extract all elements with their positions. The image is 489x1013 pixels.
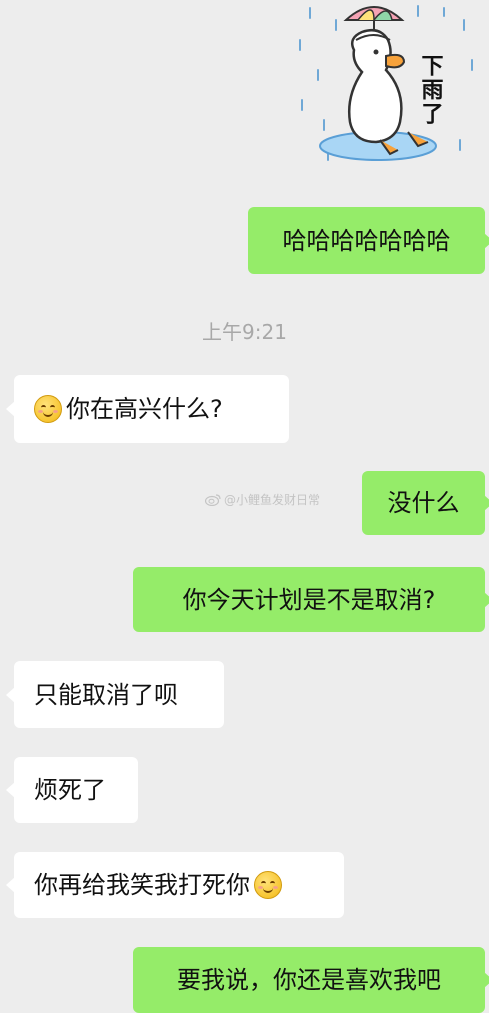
message-bubble-outgoing[interactable]: 你今天计划是不是取消? [133, 567, 489, 632]
message-bubble-incoming[interactable]: 你再给我笑我打死你 [6, 852, 344, 918]
message-text: 哈哈哈哈哈哈哈 [282, 226, 451, 255]
message-text: 只能取消了呗 [34, 680, 178, 709]
message-text: 你在高兴什么? [66, 395, 223, 423]
smile-emoji-icon [34, 395, 62, 423]
duck-umbrella-sticker[interactable]: 下雨了 [288, 0, 478, 178]
message-text: 你再给我笑我打死你 [34, 871, 250, 899]
watermark-text: @小鲤鱼发财日常 [224, 493, 321, 507]
message-text: 烦死了 [34, 776, 106, 804]
message-bubble-outgoing[interactable]: 没什么 [362, 471, 489, 535]
message-text: 要我说，你还是喜欢我吧 [177, 966, 441, 994]
sticker-caption: 下雨了 [418, 54, 444, 126]
message-timestamp: 上午9:21 [202, 320, 287, 344]
weibo-icon [205, 493, 221, 506]
message-text: 你今天计划是不是取消? [182, 585, 436, 614]
message-bubble-incoming[interactable]: 只能取消了呗 [6, 661, 224, 728]
smile-emoji-icon [254, 871, 282, 899]
message-bubble-incoming[interactable]: 你在高兴什么? [6, 375, 289, 443]
duck-umbrella-icon: 下雨了 [299, 5, 473, 161]
message-bubble-outgoing[interactable]: 要我说，你还是喜欢我吧 [133, 947, 489, 1013]
message-text: 没什么 [387, 489, 460, 517]
chat-area: 下雨了 哈哈哈哈哈哈哈 上午9:21 你在高兴什么? @小鲤鱼发财日常 没什么 … [0, 0, 489, 1013]
watermark: @小鲤鱼发财日常 [205, 491, 320, 508]
message-bubble-incoming[interactable]: 烦死了 [6, 757, 138, 823]
message-bubble-outgoing[interactable]: 哈哈哈哈哈哈哈 [248, 207, 489, 274]
